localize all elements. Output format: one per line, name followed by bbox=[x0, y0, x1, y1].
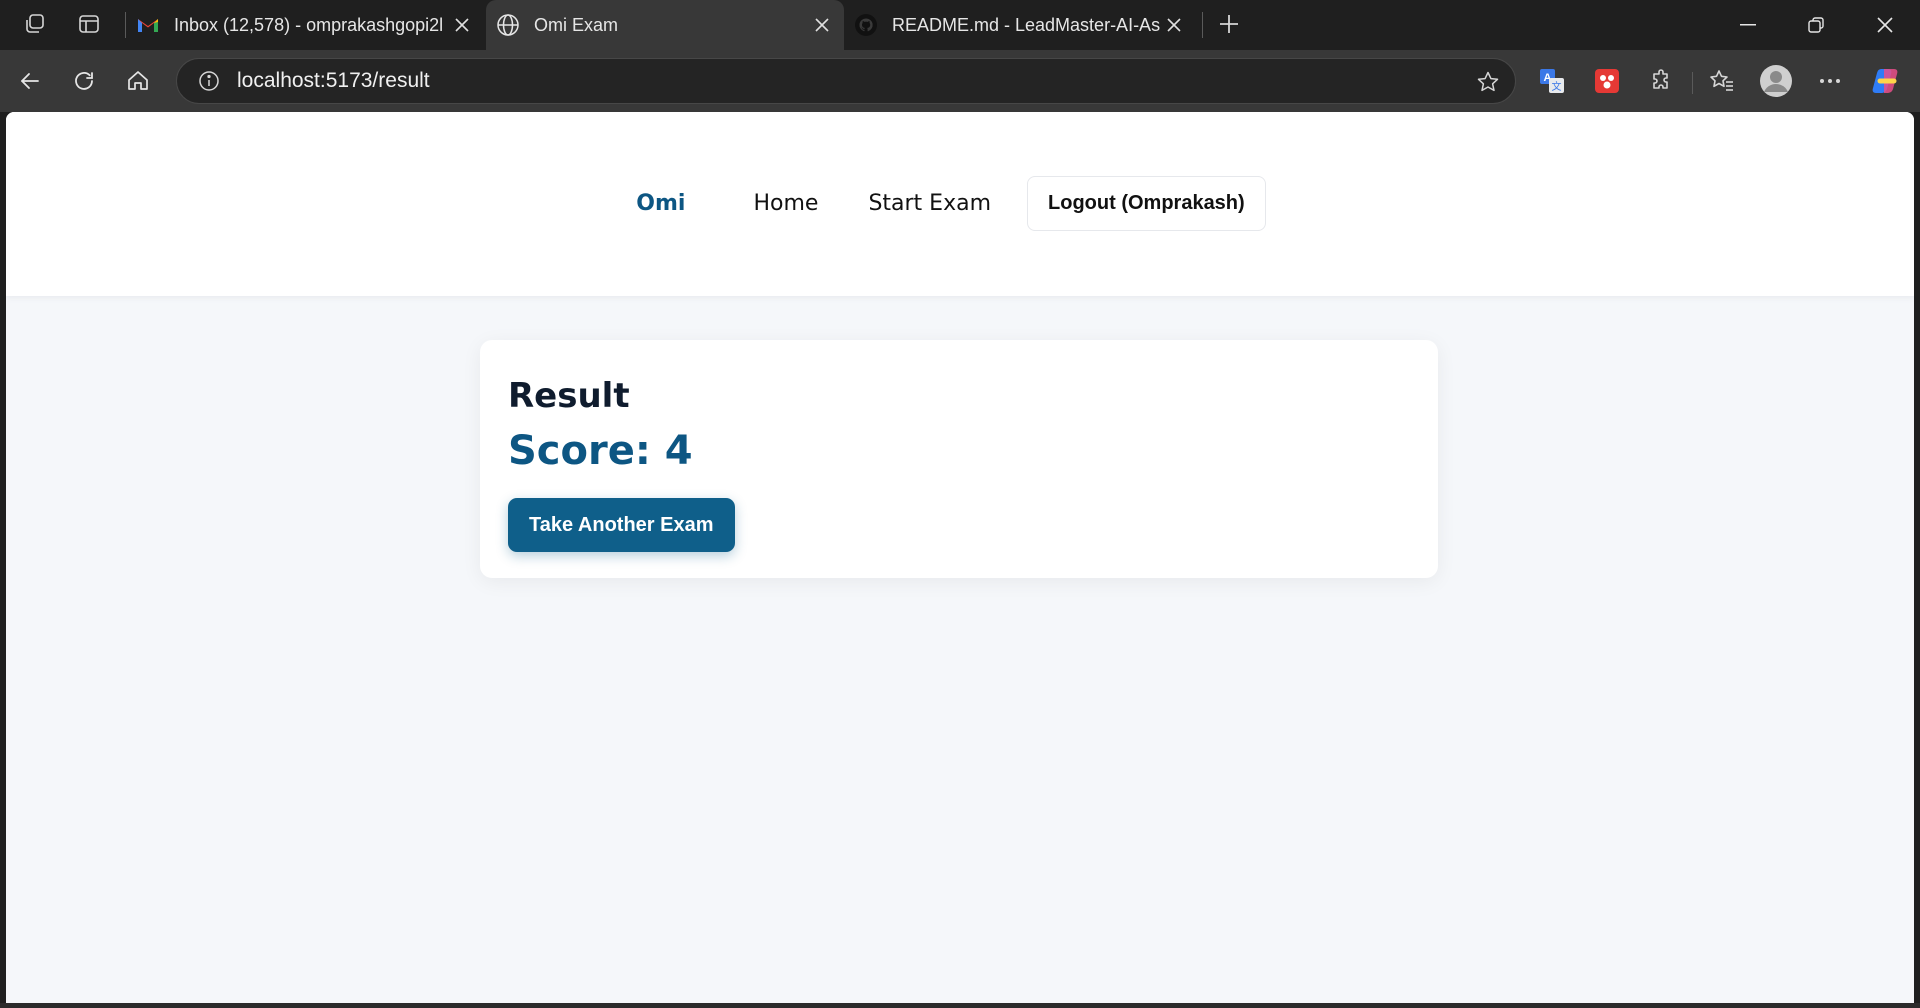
tab-title: Inbox (12,578) - omprakashgopi2l bbox=[174, 14, 444, 35]
nav-home-link[interactable]: Home bbox=[753, 191, 818, 216]
brand-logo-link[interactable]: Omi bbox=[636, 191, 685, 216]
site-nav: Omi Home Start Exam Logout (Omprakash) bbox=[6, 176, 1914, 231]
url-text[interactable]: localhost:5173/result bbox=[237, 69, 430, 93]
favorite-star-icon[interactable] bbox=[1473, 67, 1503, 97]
result-heading: Result bbox=[508, 376, 630, 416]
tab-actions-icon[interactable] bbox=[71, 8, 107, 40]
refresh-icon[interactable] bbox=[64, 62, 104, 100]
copilot-icon[interactable] bbox=[1867, 62, 1905, 100]
logout-button[interactable]: Logout (Omprakash) bbox=[1027, 176, 1266, 231]
tab-title: README.md - LeadMaster-AI-Ass bbox=[892, 14, 1160, 35]
tab-omi-exam[interactable]: Omi Exam bbox=[486, 0, 844, 50]
gmail-icon bbox=[136, 13, 160, 37]
more-options-icon[interactable] bbox=[1811, 62, 1849, 100]
window-bottom-edge bbox=[0, 1003, 1920, 1008]
close-icon[interactable] bbox=[1160, 11, 1188, 39]
extension-icon[interactable] bbox=[1588, 62, 1626, 100]
score-value: Score: 4 bbox=[508, 428, 693, 474]
browser-toolbar: localhost:5173/result A文 bbox=[0, 50, 1920, 112]
svg-text:文: 文 bbox=[1552, 80, 1562, 93]
new-tab-icon[interactable] bbox=[1211, 8, 1247, 40]
extensions-puzzle-icon[interactable] bbox=[1642, 62, 1680, 100]
restore-icon[interactable] bbox=[1781, 0, 1851, 50]
translate-icon[interactable]: A文 bbox=[1533, 62, 1571, 100]
globe-icon bbox=[496, 13, 520, 37]
window-close-icon[interactable] bbox=[1850, 0, 1920, 50]
result-card: Result Score: 4 Take Another Exam bbox=[480, 340, 1438, 578]
workspaces-icon[interactable] bbox=[17, 8, 53, 40]
github-icon bbox=[854, 13, 878, 37]
minimize-icon[interactable] bbox=[1713, 0, 1783, 50]
tab-gmail[interactable]: Inbox (12,578) - omprakashgopi2l bbox=[136, 0, 476, 50]
nav-start-exam-link[interactable]: Start Exam bbox=[868, 191, 991, 216]
profile-avatar-icon[interactable] bbox=[1757, 62, 1795, 100]
tab-title: Omi Exam bbox=[534, 14, 619, 35]
tab-github-readme[interactable]: README.md - LeadMaster-AI-Ass bbox=[854, 0, 1188, 50]
home-icon[interactable] bbox=[118, 62, 158, 100]
take-another-exam-button[interactable]: Take Another Exam bbox=[508, 498, 735, 552]
address-bar[interactable]: localhost:5173/result bbox=[176, 58, 1516, 104]
close-icon[interactable] bbox=[808, 11, 836, 39]
site-info-icon[interactable] bbox=[195, 67, 223, 95]
back-icon[interactable] bbox=[10, 62, 50, 100]
favorites-icon[interactable] bbox=[1703, 62, 1741, 100]
page-viewport: Omi Home Start Exam Logout (Omprakash) R… bbox=[6, 112, 1914, 1003]
browser-tab-strip: Inbox (12,578) - omprakashgopi2l Omi Exa… bbox=[0, 0, 1920, 50]
close-icon[interactable] bbox=[448, 11, 476, 39]
site-header: Omi Home Start Exam Logout (Omprakash) bbox=[6, 112, 1914, 296]
